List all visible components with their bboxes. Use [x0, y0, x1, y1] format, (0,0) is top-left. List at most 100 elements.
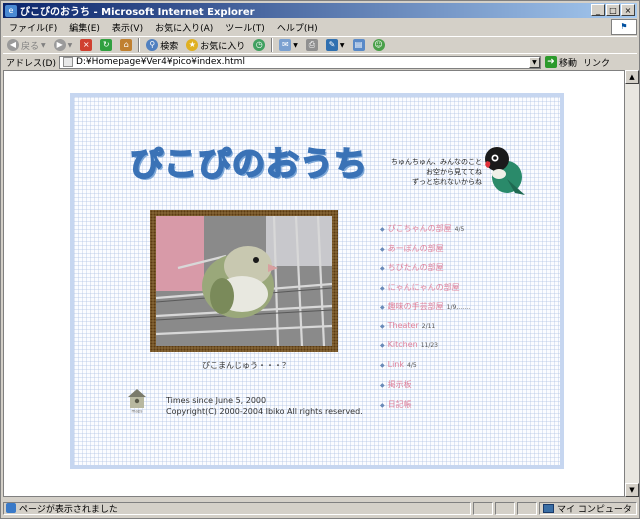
bullet-icon: ◆ — [380, 342, 385, 349]
photo-image — [156, 216, 332, 346]
forward-dropdown-icon: ▼ — [67, 41, 73, 49]
nav-link[interactable]: Theater — [388, 321, 419, 330]
bullet-icon: ◆ — [380, 226, 385, 233]
page-viewport[interactable]: ぴこぴのおうち ちゅんちゅん、みんなのこと お空から見ててね ずっと忘れないから… — [3, 70, 625, 497]
nav-item-pico-room: ◆ ぴこちゃんの部屋 4/5 — [380, 223, 470, 243]
back-button[interactable]: ◀ 戻る ▼ — [3, 39, 50, 52]
history-button[interactable]: ◷ — [249, 39, 269, 51]
mail-button[interactable]: ✉ ▼ — [275, 39, 302, 51]
history-icon: ◷ — [253, 39, 266, 51]
menu-file[interactable]: ファイル(F) — [3, 21, 63, 34]
nav-link[interactable]: Kitchen — [388, 340, 418, 349]
edit-icon: ✎ — [325, 39, 338, 51]
menu-view[interactable]: 表示(V) — [106, 21, 149, 34]
print-button[interactable]: ⎙ — [302, 39, 322, 51]
back-dropdown-icon: ▼ — [41, 41, 46, 49]
status-cell — [473, 501, 493, 515]
nav-link[interactable]: ちびたんの部屋 — [388, 262, 444, 273]
nav-item-theater: ◆ Theater 2/11 — [380, 321, 470, 341]
bullet-icon: ◆ — [380, 322, 385, 330]
lovebird-photo — [156, 216, 332, 346]
zone-label: マイ コンピュータ — [557, 504, 632, 515]
status-bar: ページが表示されました マイ コンピュータ — [3, 500, 637, 516]
menu-bar: ファイル(F) 編集(E) 表示(V) お気に入り(A) ツール(T) ヘルプ(… — [3, 19, 637, 35]
visit-counter-text: Times since June 5, 2000 — [166, 396, 267, 405]
page-card: ぴこぴのおうち ちゅんちゅん、みんなのこと お空から見ててね ずっと忘れないから… — [70, 93, 564, 469]
security-zone: マイ コンピュータ — [539, 501, 637, 515]
title-bar[interactable]: e ぴこぴのおうち - Microsoft Internet Explorer … — [3, 3, 637, 18]
discuss-button[interactable]: ▤ — [349, 39, 369, 51]
maximize-button[interactable]: □ — [606, 4, 620, 16]
birdhouse-icon[interactable]: maps — [126, 387, 148, 413]
nav-link[interactable]: ぴこちゃんの部屋 — [388, 223, 452, 234]
scroll-up-icon[interactable]: ▲ — [625, 70, 639, 84]
nav-link[interactable]: 趣味の手芸部屋 — [388, 301, 444, 312]
vertical-scrollbar[interactable]: ▲ ▼ — [625, 70, 639, 497]
bullet-icon: ◆ — [380, 284, 385, 292]
nav-link[interactable]: 日記帳 — [388, 399, 412, 410]
nav-item-abon-room: ◆ あーぼんの部屋 — [380, 243, 470, 263]
computer-icon — [543, 503, 554, 513]
nav-item-bbs: ◆ 掲示板 — [380, 379, 470, 399]
nav-item-nyannyan-room: ◆ にゃんにゃんの部屋 — [380, 282, 470, 302]
window-controls: _ □ × — [591, 4, 635, 16]
nav-date: 1/9,…… — [446, 304, 471, 311]
refresh-icon: ↻ — [100, 39, 113, 51]
message-line: ずっと忘れないからね — [412, 178, 482, 186]
search-icon: ⚲ — [146, 39, 159, 51]
nav-link[interactable]: 掲示板 — [388, 379, 412, 390]
home-button[interactable]: ⌂ — [116, 39, 136, 51]
nav-date: 4/5 — [407, 361, 417, 369]
search-label: 検索 — [160, 41, 179, 52]
close-button[interactable]: × — [621, 4, 635, 16]
lovebird-icon — [485, 147, 525, 195]
nav-item-chibitan-room: ◆ ちびたんの部屋 — [380, 262, 470, 282]
go-label: 移動 — [558, 58, 577, 69]
status-main: ページが表示されました — [3, 501, 471, 515]
favorites-label: お気に入り — [200, 41, 246, 52]
edit-button[interactable]: ✎ ▼ — [322, 39, 349, 51]
forward-arrow-icon: ▶ — [53, 39, 66, 51]
status-text: ページが表示されました — [19, 504, 118, 515]
forward-button[interactable]: ▶ ▼ — [50, 39, 77, 51]
go-arrow-icon: ➜ — [544, 56, 557, 68]
address-dropdown-icon[interactable]: ▼ — [528, 56, 540, 68]
messenger-icon: ☺ — [372, 39, 385, 51]
search-button[interactable]: ⚲ 検索 — [142, 39, 182, 52]
edit-dropdown-icon: ▼ — [339, 41, 345, 49]
bullet-icon: ◆ — [380, 265, 385, 272]
back-arrow-icon: ◀ — [7, 39, 19, 51]
menu-help[interactable]: ヘルプ(H) — [271, 21, 324, 34]
windows-logo-icon: ⚑ — [611, 19, 637, 35]
address-input[interactable] — [75, 57, 529, 67]
messenger-button[interactable]: ☺ — [369, 39, 389, 51]
favorites-button[interactable]: ★ お気に入り — [182, 39, 249, 52]
minimize-button[interactable]: _ — [591, 4, 605, 16]
nav-date: 11/23 — [420, 342, 438, 349]
nav-date: 4/5 — [454, 226, 465, 233]
nav-item-kitchen: ◆ Kitchen 11/23 — [380, 340, 470, 360]
nav-link[interactable]: にゃんにゃんの部屋 — [388, 282, 460, 293]
discuss-icon: ▤ — [352, 39, 365, 51]
scroll-down-icon[interactable]: ▼ — [625, 483, 639, 497]
site-logo: ぴこぴのおうち — [129, 143, 368, 184]
print-icon: ⎙ — [305, 39, 318, 51]
status-cell — [495, 501, 515, 515]
menu-tools[interactable]: ツール(T) — [219, 21, 271, 34]
menu-edit[interactable]: 編集(E) — [63, 21, 106, 34]
address-field-box: ▼ — [58, 55, 541, 69]
browser-window: e ぴこぴのおうち - Microsoft Internet Explorer … — [0, 0, 640, 519]
page-icon — [62, 57, 73, 67]
nav-link[interactable]: Link — [388, 360, 404, 369]
bullet-icon: ◆ — [380, 304, 385, 311]
links-button[interactable]: リンク — [583, 56, 610, 69]
home-icon: ⌂ — [120, 39, 133, 51]
stop-button[interactable]: × — [76, 39, 96, 51]
toolbar-separator — [138, 38, 141, 52]
site-navigation: ◆ ぴこちゃんの部屋 4/5 ◆ あーぼんの部屋 ◆ ちびたんの部屋 ◆ にゃん… — [380, 223, 470, 418]
status-cell — [517, 501, 537, 515]
nav-link[interactable]: あーぼんの部屋 — [388, 243, 444, 254]
menu-favorites[interactable]: お気に入り(A) — [149, 21, 219, 34]
refresh-button[interactable]: ↻ — [96, 39, 116, 51]
go-button[interactable]: ➜ 移動 — [544, 56, 577, 69]
